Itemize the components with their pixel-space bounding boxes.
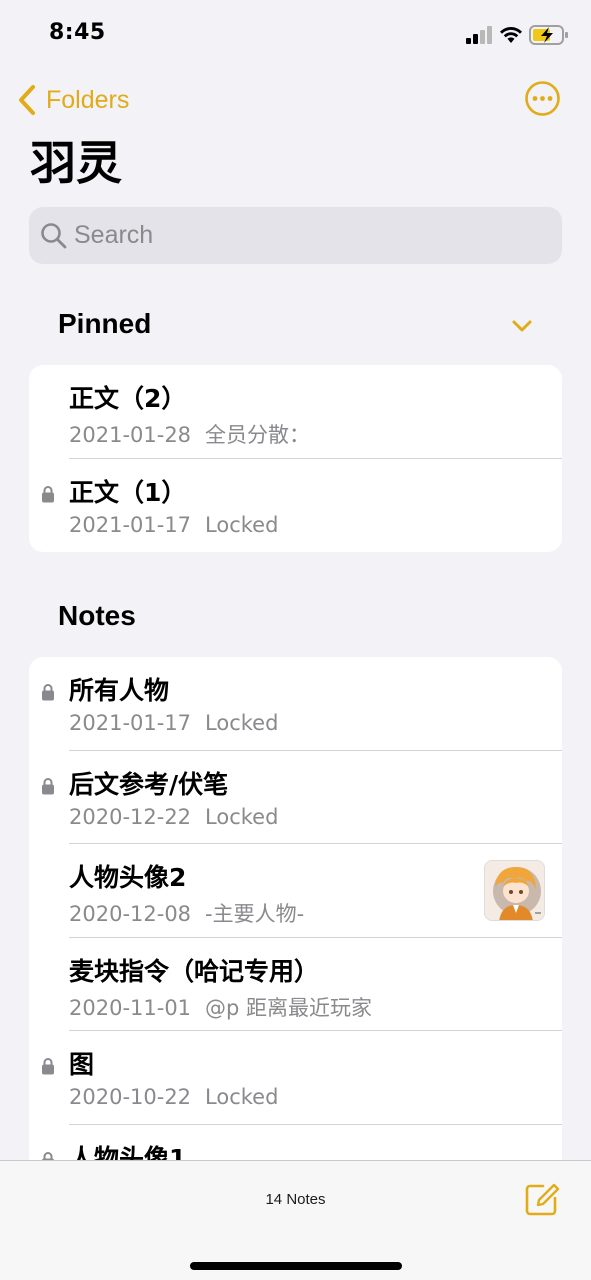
note-row[interactable]: 麦块指令（哈记专用） 2020-11-01 @p 距离最近玩家 xyxy=(29,938,562,1032)
lock-icon xyxy=(42,1058,54,1075)
note-preview: Locked xyxy=(205,512,279,537)
note-title: 所有人物 xyxy=(69,676,170,705)
note-preview: 全员分散： xyxy=(205,423,311,447)
notes-section-header: Notes xyxy=(58,600,136,631)
note-date: 2021-01-28 xyxy=(69,423,192,447)
search-bar[interactable] xyxy=(29,207,562,264)
search-input[interactable] xyxy=(74,221,514,250)
note-date: 2020-11-01 xyxy=(69,995,192,1020)
chevron-left-icon xyxy=(19,85,35,115)
note-date: 2021-01-17 xyxy=(69,512,192,537)
note-row[interactable]: 图 2020-10-22 Locked xyxy=(29,1031,562,1125)
note-title: 人物头像2 xyxy=(69,863,187,893)
status-time: 8:45 xyxy=(49,20,106,45)
note-row[interactable]: 正文（2） 2021-01-28 全员分散： xyxy=(29,365,562,459)
note-subtitle: 2020-11-01 @p 距离最近玩家 xyxy=(69,992,372,1022)
note-preview: Locked xyxy=(205,1085,279,1110)
note-thumbnail xyxy=(484,860,545,922)
pinned-notes-list: 正文（2） 2021-01-28 全员分散： 正文（1） 2021-01-17 Lo… xyxy=(29,365,562,552)
note-preview: @p 距离最近玩家 xyxy=(205,995,373,1020)
note-subtitle: 2020-12-22 Locked xyxy=(69,805,278,829)
note-subtitle: 2021-01-28 全员分散： xyxy=(69,419,310,449)
ellipsis-circle-icon[interactable] xyxy=(524,80,561,117)
note-title: 麦块指令（哈记专用） xyxy=(69,956,320,986)
search-icon xyxy=(41,223,67,249)
note-date: 2020-10-22 xyxy=(69,1085,192,1110)
battery-charging-icon xyxy=(529,25,568,45)
note-title: 正文（1） xyxy=(69,477,187,507)
status-bar: 8:45 xyxy=(0,0,591,70)
note-date: 2020-12-08 xyxy=(69,902,192,927)
back-to-folders-button[interactable]: Folders xyxy=(16,80,129,120)
note-title: 图 xyxy=(69,1050,95,1080)
lock-icon xyxy=(42,485,54,503)
back-label: Folders xyxy=(46,85,130,114)
character-avatar-image xyxy=(485,861,544,921)
note-row[interactable]: 正文（1） 2021-01-17 Locked xyxy=(29,459,562,552)
notes-folder-screen: 8:45 Folders 羽灵 Search Pinned 正文（2） 2021… xyxy=(0,0,591,1280)
note-title: 后文参考/伏笔 xyxy=(69,769,229,799)
note-subtitle: 2021-01-17 Locked xyxy=(69,711,278,735)
note-date: 2021-01-17 xyxy=(69,711,192,735)
chevron-down-icon[interactable] xyxy=(510,317,534,335)
note-row[interactable]: 所有人物 2021-01-17 Locked xyxy=(29,657,562,751)
note-preview: -主要人物- xyxy=(205,902,305,927)
note-date: 2020-12-22 xyxy=(69,804,192,829)
cellular-signal-icon xyxy=(466,26,492,44)
home-indicator xyxy=(190,1262,402,1270)
bottom-toolbar: 14 Notes xyxy=(0,1160,591,1280)
notes-count: 14 Notes xyxy=(265,1191,326,1208)
wifi-icon xyxy=(500,27,522,43)
note-title: 正文（2） xyxy=(69,384,187,413)
note-row[interactable]: 人物头像2 2020-12-08 -主要人物- xyxy=(29,844,562,938)
folder-title: 羽灵 xyxy=(30,136,122,190)
note-preview: Locked xyxy=(205,804,279,829)
lock-icon xyxy=(42,684,54,701)
note-row[interactable]: 后文参考/伏笔 2020-12-22 Locked xyxy=(29,751,562,845)
pinned-section-header: Pinned xyxy=(58,308,152,339)
lock-icon xyxy=(42,777,54,795)
note-preview: Locked xyxy=(205,711,279,735)
note-subtitle: 2020-12-08 -主要人物- xyxy=(69,898,304,928)
compose-icon[interactable] xyxy=(523,1181,560,1218)
note-subtitle: 2020-10-22 Locked xyxy=(69,1085,278,1109)
note-subtitle: 2021-01-17 Locked xyxy=(69,513,278,537)
